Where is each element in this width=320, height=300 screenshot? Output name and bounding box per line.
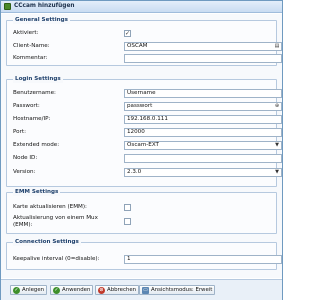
card-update-row: Karte aktualisieren (EMM): xyxy=(11,203,276,212)
chevron-down-icon[interactable]: ▼ xyxy=(273,142,281,149)
apply-button-label: Anwenden xyxy=(62,287,91,293)
hostname-input[interactable]: 192.168.0.111 xyxy=(124,115,282,124)
hostname-value: 192.168.0.111 xyxy=(127,116,168,122)
other-mux-label: Aktualisierung von einem Mux (EMM): xyxy=(13,215,98,228)
version-value: 2.3.0 xyxy=(127,169,142,175)
username-value: Username xyxy=(127,90,156,96)
login-settings-group: Login Settings Benutzername: Username Pa… xyxy=(6,76,282,187)
other-mux-row: Aktualisierung von einem Mux (EMM): xyxy=(11,215,276,228)
title-bar[interactable]: CCcam hinzufügen xyxy=(1,1,282,13)
password-value: passwort xyxy=(127,103,153,109)
node-id-row: Node ID: xyxy=(11,154,282,163)
extended-mode-row: Extended mode: Oscam-EXT ▼ xyxy=(11,141,282,150)
check-icon: ✓ xyxy=(53,287,60,294)
extended-mode-value: Oscam-EXT xyxy=(127,142,159,148)
chevron-down-icon[interactable]: ▼ xyxy=(273,169,281,176)
node-id-label: Node ID: xyxy=(13,155,38,161)
password-row: Passwort: passwort ⊕ xyxy=(11,102,282,111)
other-mux-checkbox[interactable] xyxy=(124,218,131,225)
show-password-icon[interactable]: ⊕ xyxy=(273,103,281,110)
comment-row: Kommentar: xyxy=(11,54,282,63)
card-icon[interactable]: ▤ xyxy=(273,43,281,50)
comment-input[interactable] xyxy=(124,54,282,63)
view-mode-button[interactable]: ▭ Ansichtsmodus: Erweit xyxy=(139,285,216,295)
hostname-label: Hostname/IP: xyxy=(13,116,51,122)
extended-mode-label: Extended mode: xyxy=(13,142,60,148)
cancel-button-label: Abbrechen xyxy=(107,287,137,293)
login-settings-legend: Login Settings xyxy=(13,76,63,83)
connection-settings-group: Connection Settings Keepalive interval (… xyxy=(6,239,282,270)
client-name-value: OSCAM xyxy=(127,43,148,49)
client-name-label: Client-Name: xyxy=(13,43,50,49)
keepalive-row: Keepalive interval (0=disable): 1 xyxy=(11,255,282,264)
card-update-checkbox[interactable] xyxy=(124,204,131,211)
extended-mode-select[interactable]: Oscam-EXT ▼ xyxy=(124,141,282,150)
dialog-footer: ✓ Anlegen ✓ Anwenden ⊘ Abbrechen ▭ Ansic… xyxy=(1,279,282,300)
port-value: 12000 xyxy=(127,129,145,135)
password-input[interactable]: passwort ⊕ xyxy=(124,102,282,111)
dialog-body: General Settings Aktiviert: ✓ Client-Nam… xyxy=(1,14,282,278)
enabled-row: Aktiviert: ✓ xyxy=(11,29,276,38)
enabled-checkbox[interactable]: ✓ xyxy=(124,30,131,37)
emm-settings-legend: EMM Settings xyxy=(13,189,61,196)
apply-button[interactable]: ✓ Anwenden xyxy=(50,285,94,295)
keepalive-label: Keepalive interval (0=disable): xyxy=(13,256,100,262)
version-select[interactable]: 2.3.0 ▼ xyxy=(124,168,282,177)
cancel-icon: ⊘ xyxy=(98,287,105,294)
port-label: Port: xyxy=(13,129,26,135)
enabled-label: Aktiviert: xyxy=(13,30,39,36)
password-label: Passwort: xyxy=(13,103,40,109)
username-row: Benutzername: Username xyxy=(11,89,282,98)
port-input[interactable]: 12000 xyxy=(124,128,282,137)
emm-settings-group: EMM Settings Karte aktualisieren (EMM): … xyxy=(6,189,277,234)
create-button[interactable]: ✓ Anlegen xyxy=(10,285,48,295)
version-row: Version: 2.3.0 ▼ xyxy=(11,168,282,177)
keepalive-input[interactable]: 1 xyxy=(124,255,282,264)
client-name-row: Client-Name: OSCAM ▤ xyxy=(11,42,282,51)
general-settings-group: General Settings Aktiviert: ✓ Client-Nam… xyxy=(6,17,282,66)
card-update-label: Karte aktualisieren (EMM): xyxy=(13,204,87,210)
keepalive-value: 1 xyxy=(127,256,131,262)
general-settings-legend: General Settings xyxy=(13,17,70,24)
check-icon: ✓ xyxy=(13,287,20,294)
username-label: Benutzername: xyxy=(13,90,56,96)
dialog-title: CCcam hinzufügen xyxy=(14,3,75,9)
connection-settings-legend: Connection Settings xyxy=(13,239,81,246)
node-id-input[interactable] xyxy=(124,154,282,163)
view-mode-icon: ▭ xyxy=(142,287,149,294)
cancel-button[interactable]: ⊘ Abbrechen xyxy=(95,285,140,295)
cccam-icon xyxy=(4,3,11,10)
port-row: Port: 12000 xyxy=(11,128,282,137)
hostname-row: Hostname/IP: 192.168.0.111 xyxy=(11,115,282,124)
username-input[interactable]: Username xyxy=(124,89,282,98)
create-button-label: Anlegen xyxy=(22,287,45,293)
add-cccam-dialog: CCcam hinzufügen General Settings Aktivi… xyxy=(0,0,283,300)
view-mode-button-label: Ansichtsmodus: Erweit xyxy=(151,287,213,293)
comment-label: Kommentar: xyxy=(13,55,48,61)
version-label: Version: xyxy=(13,169,36,175)
client-name-input[interactable]: OSCAM ▤ xyxy=(124,42,282,51)
